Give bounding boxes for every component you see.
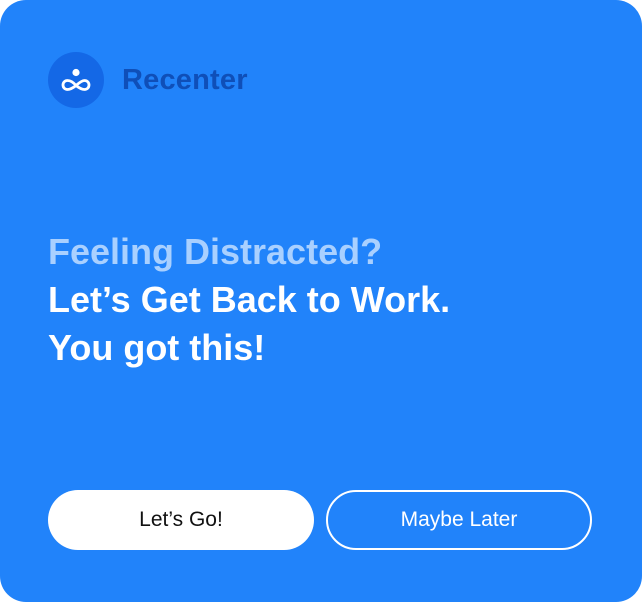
app-name: Recenter — [122, 63, 248, 96]
lets-go-button[interactable]: Let’s Go! — [48, 490, 314, 550]
motivation-message: Feeling Distracted? Let’s Get Back to Wo… — [48, 228, 608, 372]
message-question: Feeling Distracted? — [48, 231, 383, 272]
app-logo — [48, 52, 104, 108]
message-encouragement: You got this! — [48, 327, 266, 368]
brand-header: Recenter — [48, 52, 248, 108]
meditation-infinity-icon — [61, 68, 91, 91]
message-callout: Let’s Get Back to Work. — [48, 279, 451, 320]
maybe-later-button[interactable]: Maybe Later — [326, 490, 592, 550]
recenter-card: Recenter Feeling Distracted? Let’s Get B… — [0, 0, 642, 602]
